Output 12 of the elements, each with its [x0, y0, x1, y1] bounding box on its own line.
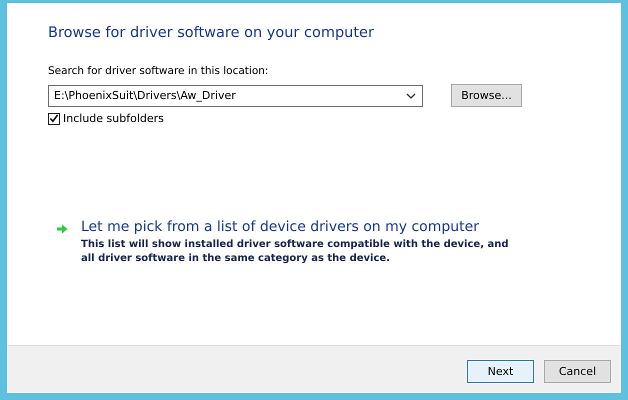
arrow-right-icon — [57, 224, 68, 234]
pick-driver-description: This list will show installed driver software compatible with the device, and all driver software in the same category as the device. — [81, 238, 510, 266]
include-subfolders-label: Include subfolders — [63, 112, 164, 125]
next-button[interactable]: Next — [467, 360, 534, 383]
browse-button[interactable]: Browse... — [451, 84, 522, 107]
chevron-down-icon — [406, 92, 416, 98]
location-combo-field[interactable]: E:\PhoenixSuit\Drivers\Aw_Driver — [48, 84, 423, 106]
dialog-heading: Browse for driver software on your computer — [48, 25, 375, 41]
cancel-button[interactable]: Cancel — [544, 360, 611, 383]
pick-driver-link[interactable]: Let me pick from a list of device drivers on my computer — [81, 219, 521, 235]
include-subfolders-checkbox[interactable] — [48, 112, 60, 124]
location-label: Search for driver software in this location: — [48, 65, 270, 77]
